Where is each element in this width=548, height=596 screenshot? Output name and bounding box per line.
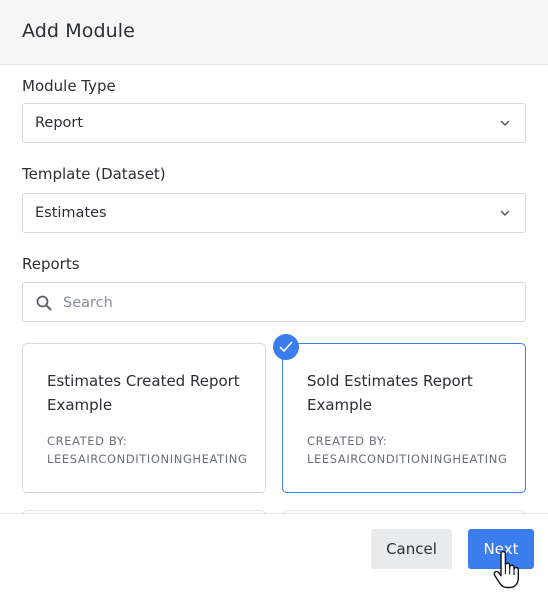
selected-check-badge: [273, 334, 299, 360]
module-type-select[interactable]: Report: [22, 103, 526, 143]
cancel-button[interactable]: Cancel: [371, 529, 452, 569]
search-input[interactable]: [63, 292, 503, 314]
module-type-label: Module Type: [22, 77, 116, 95]
chevron-down-icon: [500, 120, 510, 126]
created-by-label: CREATED BY:: [307, 434, 388, 448]
report-card-estimates-created[interactable]: Estimates Created Report Example CREATED…: [22, 343, 266, 493]
dialog-header: Add Module: [0, 0, 548, 65]
reports-search-box[interactable]: [22, 282, 526, 322]
created-by-value: LEESAIRCONDITIONINGHEATING: [307, 452, 508, 466]
template-select[interactable]: Estimates: [22, 193, 526, 233]
checkmark-icon: [279, 341, 293, 352]
dialog-title: Add Module: [22, 20, 135, 42]
chevron-down-icon: [500, 210, 510, 216]
report-card-title: Sold Estimates Report Example: [307, 372, 473, 414]
created-by-value: LEESAIRCONDITIONINGHEATING: [47, 452, 248, 466]
module-type-value: Report: [35, 115, 84, 131]
created-by-label: CREATED BY:: [47, 434, 128, 448]
add-module-dialog: Add Module Module Type Report Template (…: [0, 0, 548, 596]
template-value: Estimates: [35, 205, 107, 221]
dialog-footer: Cancel Next: [0, 513, 548, 596]
search-icon: [36, 295, 52, 311]
report-card-sold-estimates[interactable]: Sold Estimates Report Example CREATED BY…: [282, 343, 526, 493]
reports-label: Reports: [22, 255, 80, 273]
hand-pointer-cursor: [493, 551, 519, 589]
template-label: Template (Dataset): [22, 165, 166, 183]
report-card-title: Estimates Created Report Example: [47, 372, 240, 414]
